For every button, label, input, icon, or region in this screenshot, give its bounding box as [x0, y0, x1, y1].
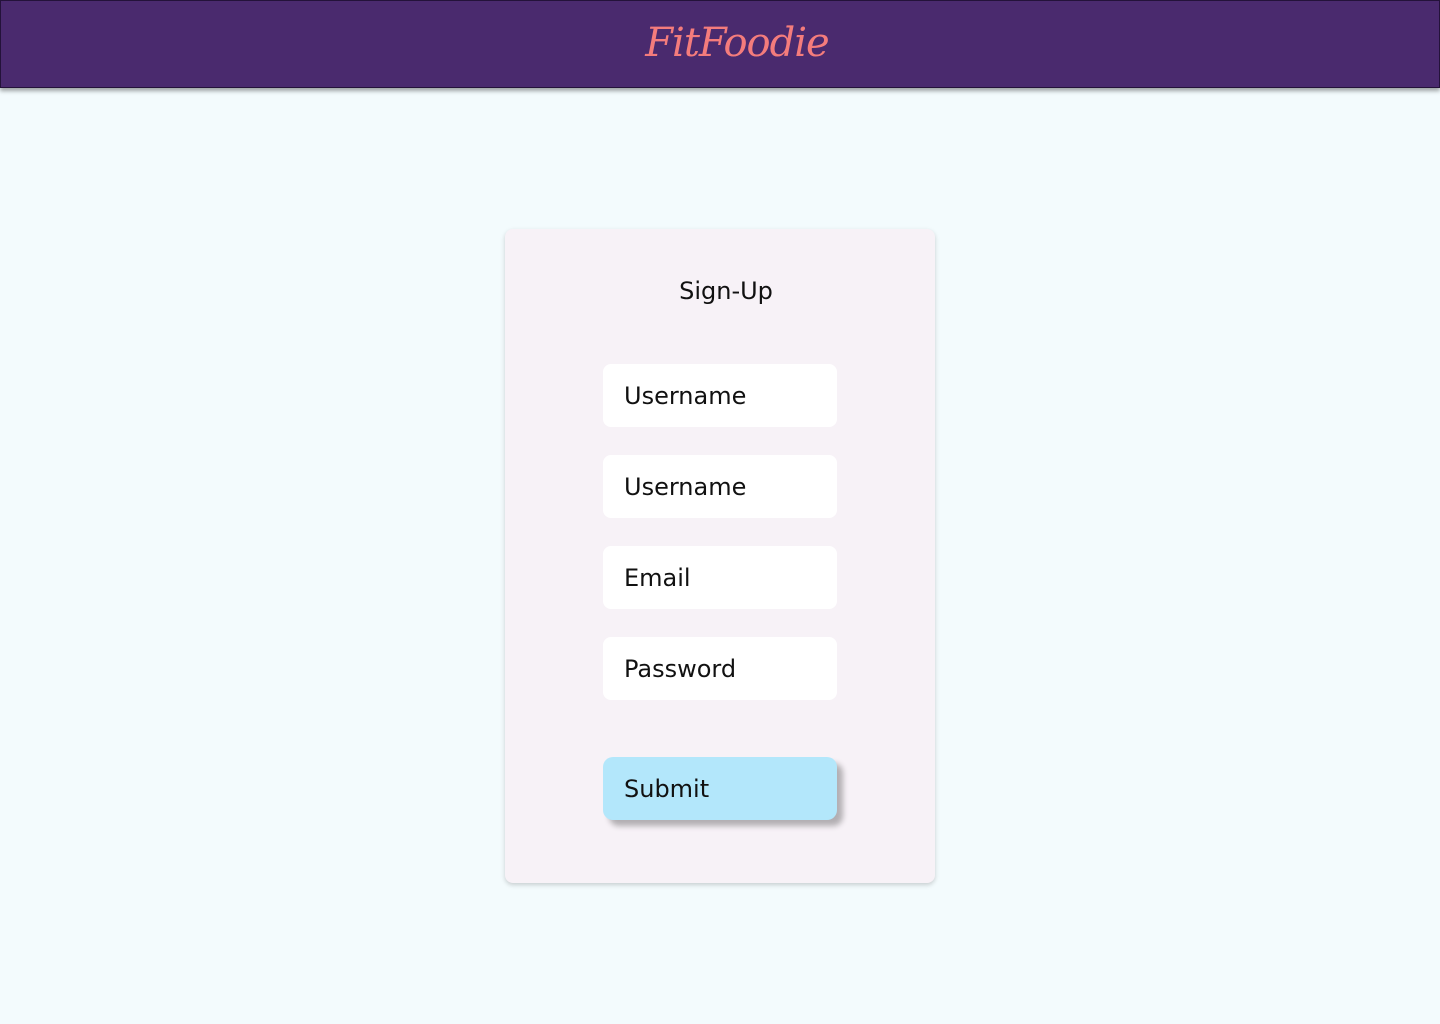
password-field[interactable]	[603, 637, 837, 700]
form-title: Sign-Up	[679, 277, 773, 305]
signup-card: Sign-Up Submit	[505, 229, 935, 883]
app-logo[interactable]: FitFoodie	[645, 20, 829, 66]
username-field[interactable]	[603, 364, 837, 427]
username-field-second[interactable]	[603, 455, 837, 518]
app-header: FitFoodie	[0, 0, 1440, 88]
submit-button[interactable]: Submit	[603, 757, 837, 820]
email-field[interactable]	[603, 546, 837, 609]
